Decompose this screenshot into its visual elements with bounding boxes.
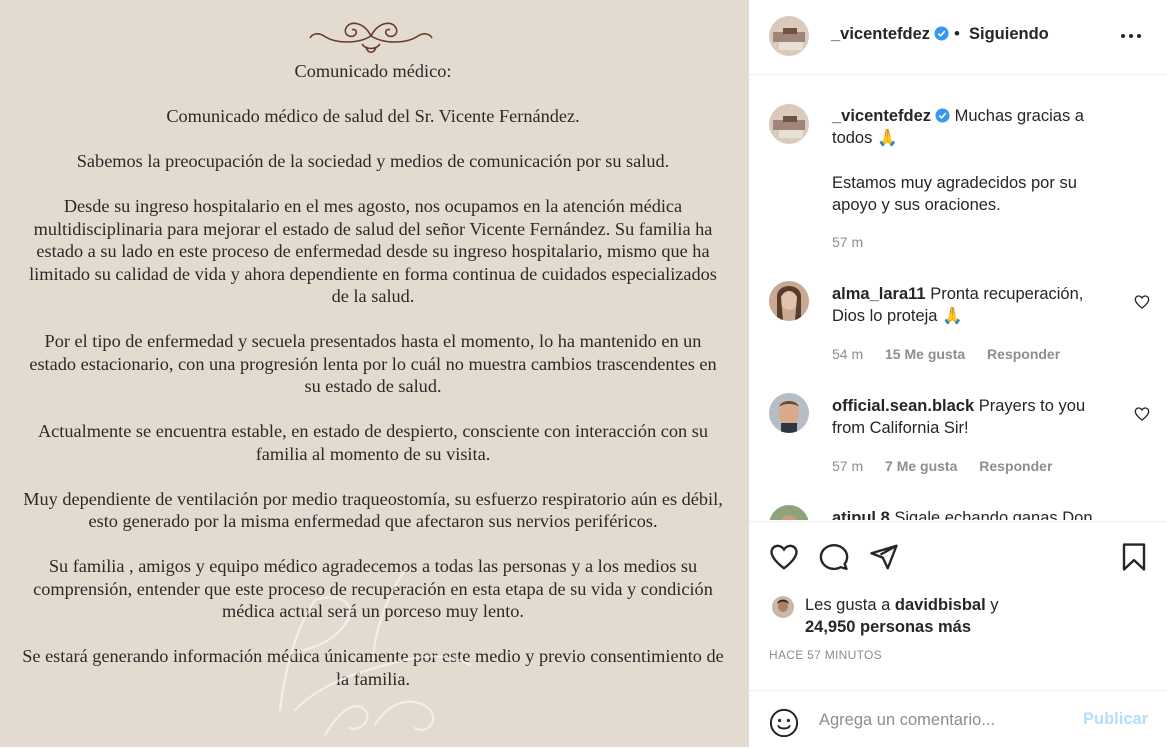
- caption-line2: Estamos muy agradecidos por su apoyo y s…: [832, 174, 1077, 214]
- statement-paragraph: Muy dependiente de ventilación por medio…: [23, 488, 723, 532]
- add-comment-bar: Agrega un comentario... Publicar: [749, 690, 1167, 749]
- liker-avatar[interactable]: [772, 596, 794, 618]
- comment-bubble-icon[interactable]: [819, 542, 849, 572]
- comment-input[interactable]: Agrega un comentario...: [819, 711, 995, 730]
- verified-icon: [934, 26, 949, 41]
- comment-body: Sigale echando ganas Don: [894, 509, 1093, 520]
- comment-time[interactable]: 57 m: [832, 458, 863, 474]
- like-comment-heart-icon[interactable]: [1134, 406, 1150, 422]
- like-comment-heart-icon[interactable]: [1134, 294, 1150, 310]
- statement-title: Comunicado médico:: [294, 61, 452, 81]
- avatar[interactable]: [769, 16, 809, 56]
- statement-paragraph: Desde su ingreso hospitalario en el mes …: [29, 196, 717, 306]
- statement-paragraph: Por el tipo de enfermedad y secuela pres…: [29, 331, 717, 396]
- comment-likes[interactable]: 7 Me gusta: [885, 458, 957, 474]
- comment-time[interactable]: 54 m: [832, 346, 863, 362]
- comment-username[interactable]: official.sean.black: [832, 397, 974, 415]
- post-timestamp[interactable]: HACE 57 MINUTOS: [769, 648, 882, 662]
- post-actions-section: Les gusta a davidbisbal y 24,950 persona…: [749, 521, 1167, 748]
- likes-count[interactable]: 24,950 personas más: [805, 618, 971, 636]
- separator-dot: •: [954, 24, 960, 43]
- statement-paragraph: Sabemos la preocupación de la sociedad y…: [76, 151, 670, 171]
- signature-watermark: [278, 568, 472, 737]
- comment-likes[interactable]: 15 Me gusta: [885, 346, 965, 362]
- ornament-flourish-icon: [309, 22, 433, 54]
- post-side-panel: _vicentefdez • Siguiendo _vicentefdez Mu…: [748, 0, 1167, 747]
- share-paper-plane-icon[interactable]: [869, 542, 899, 572]
- post-image[interactable]: Comunicado médico: Comunicado médico de …: [0, 0, 748, 747]
- statement-paragraph: Actualmente se encuentra estable, en est…: [37, 421, 709, 464]
- reply-button[interactable]: Responder: [987, 346, 1060, 362]
- post-header: _vicentefdez • Siguiendo: [749, 0, 1167, 75]
- comment-username[interactable]: alma_lara11: [832, 285, 926, 303]
- comment-text: official.sean.black Prayers to you from …: [832, 395, 1102, 439]
- more-horizontal-icon[interactable]: [1119, 26, 1143, 46]
- header-username[interactable]: _vicentefdez: [831, 25, 949, 44]
- likes-summary: Les gusta a davidbisbal y 24,950 persona…: [772, 594, 999, 638]
- comments-list[interactable]: _vicentefdez Muchas gracias a todos 🙏 Es…: [749, 76, 1167, 520]
- username-text[interactable]: _vicentefdez: [831, 25, 930, 43]
- publish-button[interactable]: Publicar: [1083, 710, 1148, 729]
- likes-connector: y: [990, 596, 999, 614]
- comment-username[interactable]: atipul.8: [832, 509, 890, 520]
- statement-paragraph: Comunicado médico de salud del Sr. Vicen…: [166, 106, 580, 126]
- emoji-icon[interactable]: [769, 708, 799, 738]
- like-heart-icon[interactable]: [769, 542, 799, 572]
- caption-time[interactable]: 57 m: [832, 234, 863, 250]
- following-button[interactable]: Siguiendo: [969, 25, 1049, 44]
- save-bookmark-icon[interactable]: [1119, 542, 1149, 572]
- liker-username[interactable]: davidbisbal: [895, 596, 986, 614]
- avatar[interactable]: [769, 505, 809, 520]
- avatar[interactable]: [769, 104, 809, 144]
- avatar[interactable]: [769, 281, 809, 321]
- caption-text: _vicentefdez Muchas gracias a todos 🙏: [832, 105, 1102, 149]
- likes-prefix: Les gusta a: [805, 596, 891, 614]
- comment-text: atipul.8 Sigale echando ganas Don: [832, 507, 1102, 520]
- reply-button[interactable]: Responder: [979, 458, 1052, 474]
- verified-icon: [935, 108, 950, 123]
- comment-text: alma_lara11 Pronta recuperación, Dios lo…: [832, 283, 1102, 327]
- caption-username[interactable]: _vicentefdez: [832, 107, 931, 125]
- avatar[interactable]: [769, 393, 809, 433]
